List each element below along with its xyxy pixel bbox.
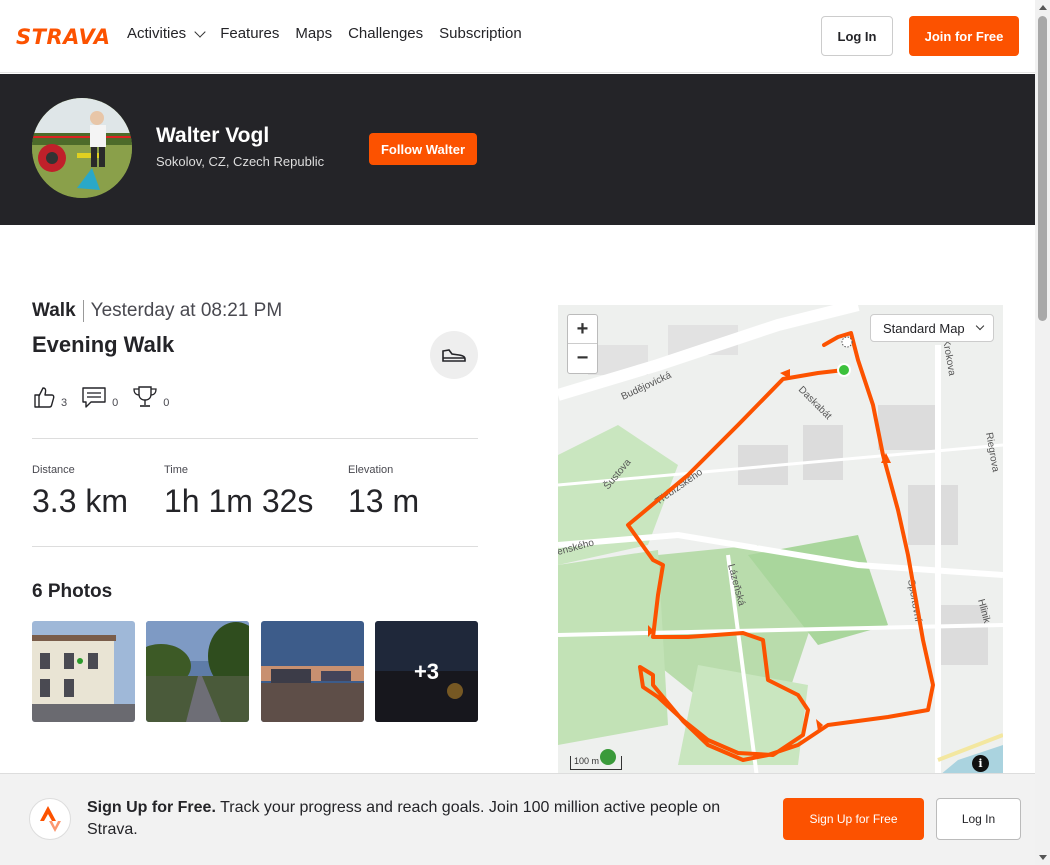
top-nav: STRAVA Activities Features Maps Challeng… xyxy=(0,0,1035,73)
photo-thumbnail[interactable] xyxy=(261,621,364,722)
map-style-value: Standard Map xyxy=(883,320,965,336)
activity-type: Walk xyxy=(32,300,84,322)
stat-distance: Distance 3.3 km xyxy=(32,464,128,520)
signup-headline: Sign Up for Free. xyxy=(87,799,216,816)
chevron-down-icon xyxy=(194,25,206,38)
stat-value: 1h 1m 32s xyxy=(164,483,314,519)
comments-count: 0 xyxy=(112,397,119,409)
kudos-count: 3 xyxy=(61,397,68,409)
strava-logo[interactable]: STRAVA xyxy=(16,25,111,49)
shoe-gear-button[interactable] xyxy=(430,331,478,379)
signup-bar: Sign Up for Free. Track your progress an… xyxy=(0,773,1035,865)
activity-header: Walk Yesterday at 08:21 PM xyxy=(32,300,282,322)
activity-title: Evening Walk xyxy=(32,332,175,357)
scroll-up-arrow[interactable] xyxy=(1039,5,1047,10)
trophy-icon xyxy=(133,386,157,407)
map-scale: 100 m xyxy=(570,756,622,770)
zoom-in-button[interactable]: + xyxy=(568,315,597,344)
stat-label: Distance xyxy=(32,464,75,476)
map-zoom-control: + − xyxy=(567,314,598,374)
kudos[interactable]: 3 xyxy=(32,385,67,409)
stat-value: 3.3 km xyxy=(32,483,129,519)
photo-image xyxy=(32,621,135,722)
nav-item-subscription[interactable]: Subscription xyxy=(439,25,522,42)
stat-time: Time 1h 1m 32s xyxy=(164,464,313,520)
stat-label: Time xyxy=(164,464,189,476)
route-end-marker xyxy=(841,336,853,348)
nav-item-challenges[interactable]: Challenges xyxy=(348,25,423,42)
page-scrollbar[interactable] xyxy=(1035,0,1050,865)
athlete-name[interactable]: Walter Vogl xyxy=(156,124,269,148)
signup-button[interactable]: Sign Up for Free xyxy=(783,798,924,840)
achievements-count: 0 xyxy=(163,397,170,409)
photos-title: 6 Photos xyxy=(32,581,113,602)
athlete-location: Sokolov, CZ, Czech Republic xyxy=(156,154,325,169)
divider xyxy=(32,438,478,439)
stat-value: 13 m xyxy=(348,483,420,519)
join-button[interactable]: Join for Free xyxy=(909,16,1019,56)
stat-elevation: Elevation 13 m xyxy=(348,464,419,520)
strava-logo-icon xyxy=(29,798,71,840)
photo-thumbnail[interactable] xyxy=(32,621,135,722)
chevron-down-icon xyxy=(975,321,984,331)
photo-thumbnail[interactable] xyxy=(146,621,249,722)
nav-links: Activities Features Maps Challenges Subs… xyxy=(127,25,522,42)
zoom-out-button[interactable]: − xyxy=(568,344,597,373)
signup-message: Sign Up for Free. Track your progress an… xyxy=(87,797,767,841)
nav-item-activities[interactable]: Activities xyxy=(127,25,206,42)
achievements[interactable]: 0 xyxy=(132,385,169,409)
signup-login-button[interactable]: Log In xyxy=(936,798,1021,840)
route-start-marker xyxy=(837,363,851,377)
scroll-thumb[interactable] xyxy=(1038,16,1047,321)
divider xyxy=(32,546,478,547)
login-button[interactable]: Log In xyxy=(821,16,893,56)
map-style-select[interactable]: Standard Map xyxy=(870,314,994,342)
follow-button[interactable]: Follow Walter xyxy=(369,133,477,165)
more-photos-count: +3 xyxy=(375,621,478,722)
scroll-down-arrow[interactable] xyxy=(1039,855,1047,860)
info-icon[interactable]: i xyxy=(972,755,989,772)
nav-item-maps[interactable]: Maps xyxy=(295,25,332,42)
photo-thumbnail-more[interactable]: +3 xyxy=(375,621,478,722)
thumbs-up-icon xyxy=(34,387,55,408)
activity-map[interactable]: Budějovická Daskabát Krokova Šustova Tře… xyxy=(558,305,1003,785)
avatar[interactable] xyxy=(32,98,132,198)
map-canvas: Budějovická Daskabát Krokova Šustova Tře… xyxy=(558,305,1003,785)
strava-chevron-icon xyxy=(40,806,61,832)
comment-icon xyxy=(82,387,106,408)
nav-item-features[interactable]: Features xyxy=(220,25,279,42)
stat-label: Elevation xyxy=(348,464,394,476)
shoe-icon xyxy=(442,349,466,362)
photo-image xyxy=(261,621,364,722)
comments[interactable]: 0 xyxy=(81,385,118,409)
photo-image xyxy=(146,621,249,722)
activity-date: Yesterday at 08:21 PM xyxy=(90,300,283,321)
athlete-banner: Walter Vogl Sokolov, CZ, Czech Republic … xyxy=(0,74,1035,225)
avatar-photo xyxy=(32,98,132,198)
social-counts: 3 0 0 xyxy=(32,385,169,409)
